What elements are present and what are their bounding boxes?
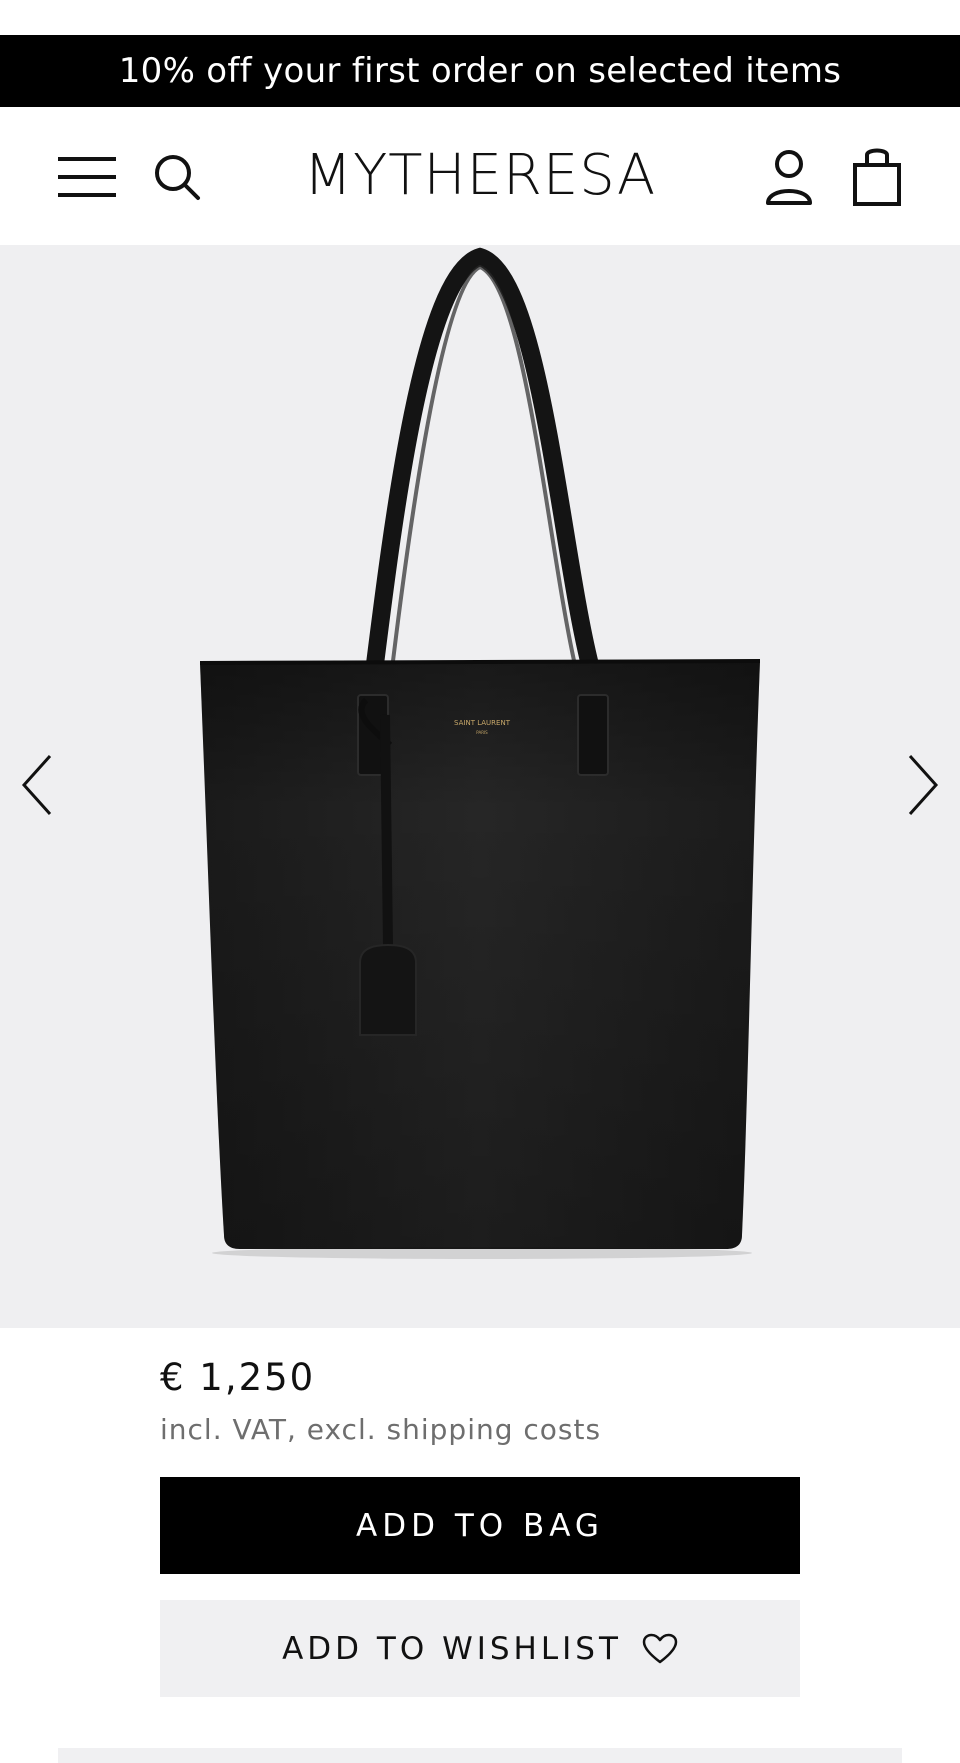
menu-button[interactable] (58, 155, 116, 199)
add-to-wishlist-label: ADD TO WISHLIST (282, 1630, 622, 1667)
heart-icon (642, 1633, 678, 1663)
previous-image-button[interactable] (16, 750, 60, 820)
chevron-right-icon (908, 754, 939, 816)
search-button[interactable] (152, 152, 202, 202)
chevron-left-icon (21, 754, 52, 816)
promo-text: 10% off your first order on selected ite… (118, 51, 842, 91)
hamburger-menu-icon (58, 157, 116, 197)
next-image-button[interactable] (900, 750, 944, 820)
promo-banner[interactable]: 10% off your first order on selected ite… (0, 35, 960, 107)
product-image[interactable]: SAINT LAURENT PARIS (0, 245, 960, 1328)
svg-text:PARIS: PARIS (476, 730, 488, 735)
search-icon (155, 155, 200, 200)
shopping-bag-icon (853, 148, 901, 206)
next-section-edge (58, 1748, 902, 1763)
add-to-bag-label: ADD TO BAG (356, 1507, 604, 1544)
product-gallery: SAINT LAURENT PARIS (0, 245, 960, 1328)
user-icon (766, 150, 812, 205)
brand-stamp: SAINT LAURENT (454, 719, 511, 727)
shopping-bag-button[interactable] (852, 147, 902, 207)
account-button[interactable] (764, 147, 814, 207)
product-price: € 1,250 (160, 1356, 316, 1399)
add-to-bag-button[interactable]: ADD TO BAG (160, 1477, 800, 1574)
site-header: MYTHERESA (0, 107, 960, 245)
add-to-wishlist-button[interactable]: ADD TO WISHLIST (160, 1600, 800, 1697)
brand-logo[interactable]: MYTHERESA (240, 135, 720, 215)
vat-note: incl. VAT, excl. shipping costs (160, 1413, 602, 1446)
